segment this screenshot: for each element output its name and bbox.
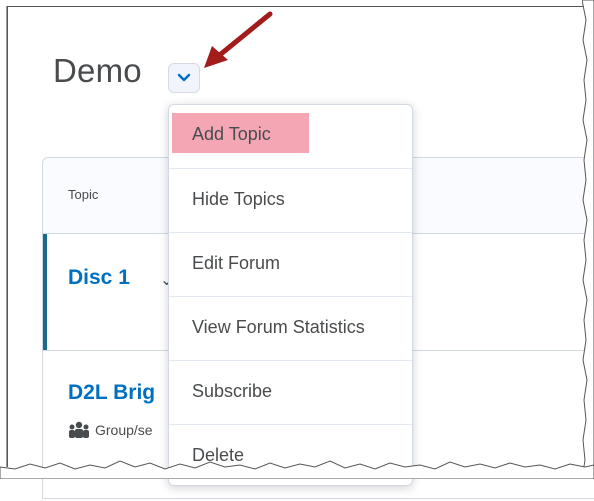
menu-item-view-forum-statistics[interactable]: View Forum Statistics xyxy=(169,297,412,361)
topic-meta-text: Group/se xyxy=(95,422,153,438)
row-selected-accent xyxy=(43,234,47,350)
topic-link-disc-1[interactable]: Disc 1 xyxy=(68,266,130,290)
annotation-arrow-icon xyxy=(204,11,273,68)
column-header-topic: Topic xyxy=(68,187,99,202)
topic-meta: Group/se xyxy=(68,421,153,439)
menu-item-add-topic[interactable]: Add Topic xyxy=(169,105,412,169)
screenshot-frame: Demo Topic Disc 1 ⌄ D2L Brig Group/se Ad… xyxy=(0,0,594,499)
torn-edge-right xyxy=(582,0,594,479)
menu-item-subscribe[interactable]: Subscribe xyxy=(169,361,412,425)
menu-item-label: Add Topic xyxy=(192,124,271,144)
forum-actions-dropdown-button[interactable] xyxy=(168,63,200,93)
torn-edge-bottom xyxy=(0,460,594,479)
menu-item-label: Hide Topics xyxy=(192,189,285,209)
topic-link-d2l[interactable]: D2L Brig xyxy=(68,381,155,405)
group-icon xyxy=(69,421,89,438)
menu-item-label: Subscribe xyxy=(192,381,273,401)
menu-item-edit-forum[interactable]: Edit Forum xyxy=(169,233,412,297)
menu-item-hide-topics[interactable]: Hide Topics xyxy=(169,169,412,233)
forum-actions-menu: Add Topic Hide Topics Edit Forum View Fo… xyxy=(168,104,413,486)
menu-item-label: View Forum Statistics xyxy=(192,317,365,337)
page-title: Demo xyxy=(53,52,142,89)
menu-item-label: Edit Forum xyxy=(192,253,281,273)
chevron-down-icon xyxy=(177,73,191,82)
